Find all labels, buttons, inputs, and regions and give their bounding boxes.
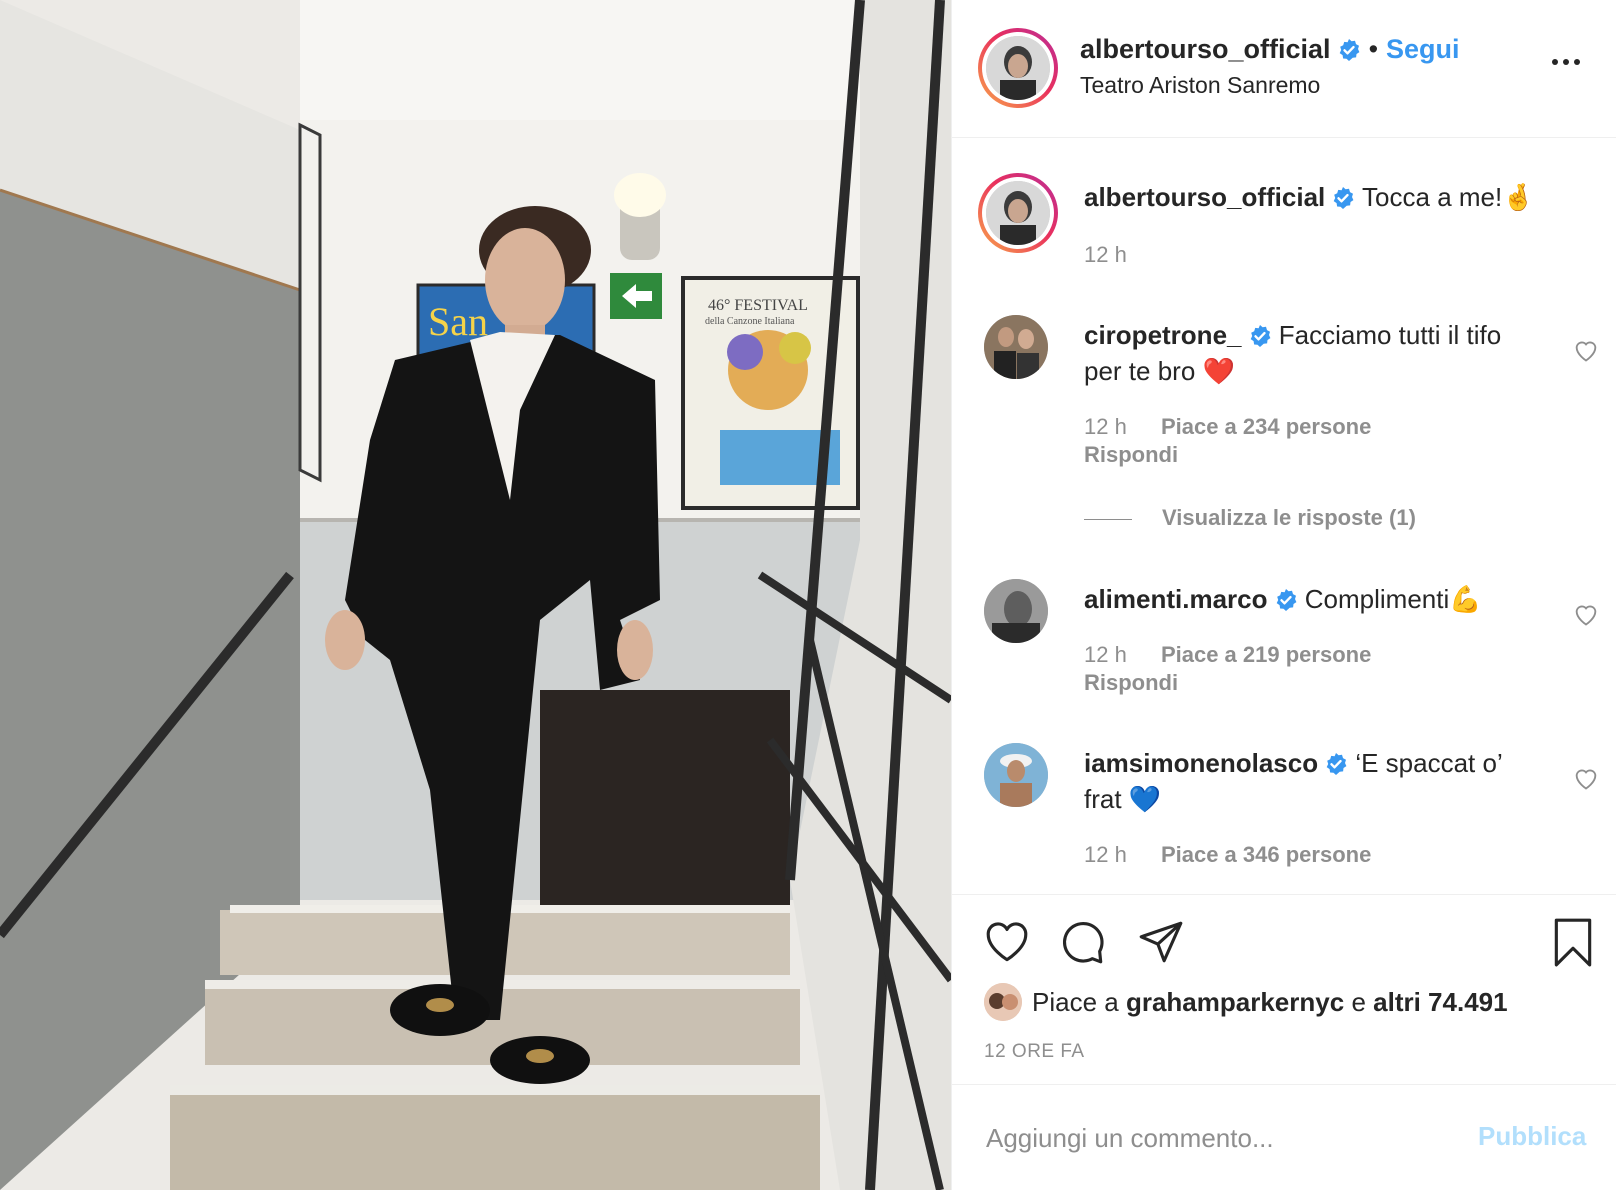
reply-button[interactable]: Rispondi [1084,441,1178,469]
share-paper-plane-icon[interactable] [1136,917,1186,967]
comment-like-heart-icon[interactable] [1572,601,1600,627]
comment-username-link[interactable]: ciropetrone_ [1084,320,1242,350]
comments-list[interactable]: albertourso_official Tocca a me!🤞 12 h c… [952,139,1616,894]
caption-time: 12 h [1084,242,1127,267]
header-user-line: albertourso_official • Segui [1080,34,1460,65]
comment-meta: 12 h Piace a 234 persone [1084,413,1371,441]
comment-item: alimenti.marco Complimenti💪 12 h Piace a… [952,579,1616,729]
verified-badge-icon [1250,325,1270,347]
publish-button[interactable]: Pubblica [1478,1121,1586,1152]
post-actions: Piace a grahamparkernyc e altri 74.491 1… [952,894,1616,1084]
view-replies-label: Visualizza le risposte (1) [1162,505,1416,530]
poster-left-text: San [428,299,488,344]
save-bookmark-icon[interactable] [1548,917,1598,967]
comment-meta: 12 h Piace a 219 persone [1084,641,1371,669]
post-details-panel: albertourso_official • Segui Teatro Aristo… [951,0,1616,1190]
avatar [986,36,1050,100]
commenter-avatar[interactable] [984,315,1048,379]
commenter-avatar[interactable] [984,743,1048,807]
post-photo-image: San 46° FESTIVAL della Canzone Italiana [0,0,951,1190]
location-link[interactable]: Teatro Ariston Sanremo [1080,72,1320,99]
verified-badge-icon [1333,187,1354,209]
poster-festival-text: 46° FESTIVAL [708,297,808,314]
likes-summary: Piace a grahamparkernyc e altri 74.491 [984,983,1508,1021]
comment-time: 12 h [1084,414,1127,439]
caption-avatar[interactable] [978,173,1058,253]
comment-likes-count[interactable]: Piace a 234 persone [1161,414,1371,439]
comment-like-heart-icon[interactable] [1572,337,1600,363]
comment-text-line: alimenti.marco Complimenti💪 [1084,581,1544,617]
post-header: albertourso_official • Segui Teatro Aristo… [952,0,1616,138]
view-replies-button[interactable]: Visualizza le risposte (1) [1084,505,1416,531]
follow-button[interactable]: Segui [1386,34,1460,64]
comment-likes-count[interactable]: Piace a 346 persone [1161,842,1371,867]
comment-item: iamsimonenolasco ‘E spaccat o’ frat 💙 12… [952,743,1616,894]
commenter-avatar[interactable] [984,579,1048,643]
comment-username-link[interactable]: alimenti.marco [1084,584,1268,614]
verified-badge-icon [1339,39,1359,61]
like-heart-icon[interactable] [982,917,1032,967]
caption-username-link[interactable]: albertourso_official [1084,182,1325,212]
comment-time: 12 h [1084,642,1127,667]
liker-username-link[interactable]: grahamparkernyc [1126,987,1344,1017]
reply-button[interactable]: Rispondi [1084,669,1178,697]
header-username-link[interactable]: albertourso_official [1080,34,1331,64]
replies-divider [1084,518,1132,520]
comment-text-line: iamsimonenolasco ‘E spaccat o’ frat 💙 [1084,745,1544,817]
comment-bubble-icon[interactable] [1058,917,1108,967]
caption-text-line: albertourso_official Tocca a me!🤞 [1084,179,1584,215]
comment-text: Complimenti💪 [1304,584,1482,614]
more-options-icon[interactable] [1552,52,1592,72]
poster-festival-subtitle: della Canzone Italiana [705,316,795,327]
comment-text-line: ciropetrone_ Facciamo tutti il tifo per … [1084,317,1544,389]
liker-avatar[interactable] [984,983,1022,1021]
comment-time: 12 h [1084,842,1127,867]
add-comment-bar: Pubblica [952,1084,1616,1190]
comment-input[interactable] [984,1115,1468,1161]
comment-item: ciropetrone_ Facciamo tutti il tifo per … [952,315,1616,555]
story-ring-avatar[interactable] [978,28,1058,108]
post-photo[interactable]: San 46° FESTIVAL della Canzone Italiana [0,0,951,1190]
verified-badge-icon [1276,589,1296,611]
posted-time[interactable]: 12 ORE FA [984,1041,1085,1063]
caption-text: Tocca a me!🤞 [1362,182,1535,212]
likes-others-link[interactable]: altri 74.491 [1373,987,1507,1017]
comment-like-heart-icon[interactable] [1572,765,1600,791]
comment-meta: 12 h Piace a 346 persone [1084,841,1371,869]
avatar [986,181,1050,245]
comment-username-link[interactable]: iamsimonenolasco [1084,748,1318,778]
likes-prefix: Piace a [1032,987,1119,1017]
likes-joiner: e [1351,987,1366,1017]
comment-likes-count[interactable]: Piace a 219 persone [1161,642,1371,667]
header-separator: • [1368,34,1379,64]
verified-badge-icon [1326,753,1347,775]
caption: albertourso_official Tocca a me!🤞 12 h [952,173,1616,283]
